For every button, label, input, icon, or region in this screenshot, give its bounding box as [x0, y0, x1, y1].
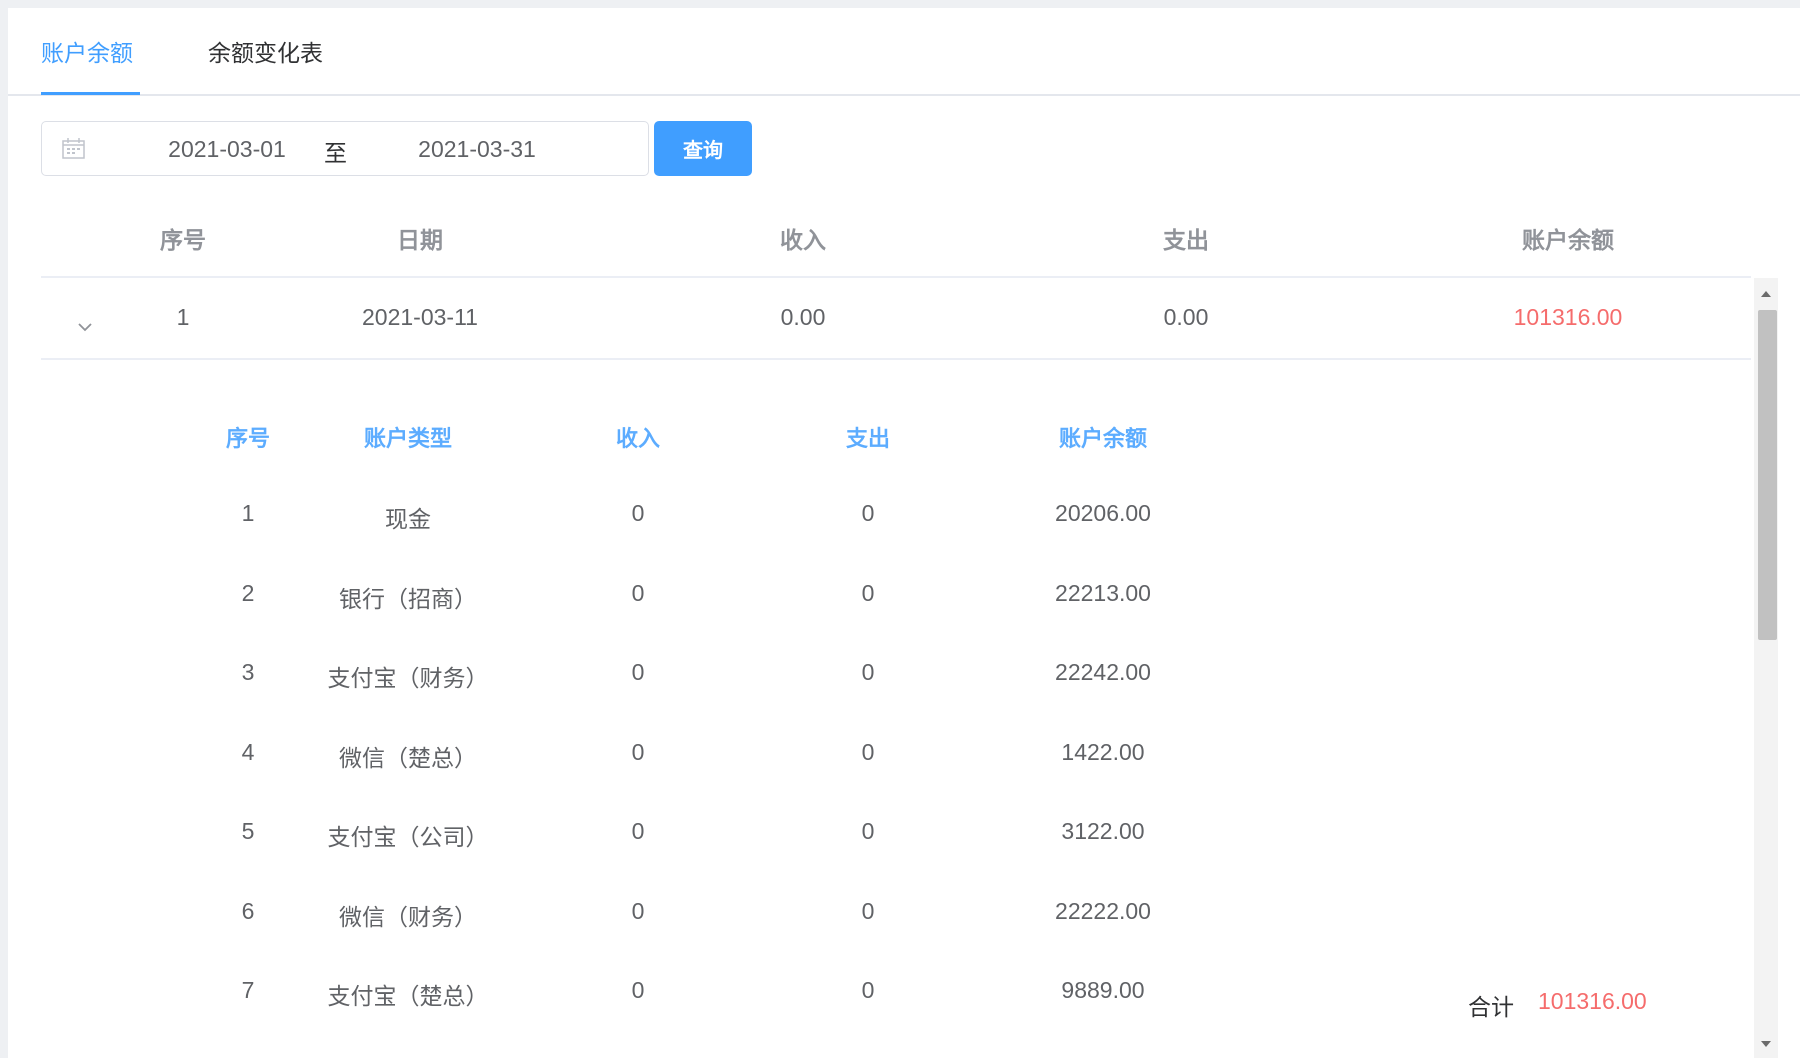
- detail-cell-income: 0: [631, 977, 645, 1003]
- detail-cell-income: 0: [631, 659, 645, 685]
- detail-cell-expense: 0: [861, 659, 875, 685]
- detail-cell-account-type: 微信（楚总）: [339, 744, 477, 771]
- row-divider: [41, 358, 1751, 360]
- detail-cell-income: 0: [631, 897, 645, 924]
- total-label: 合计: [1468, 994, 1514, 1020]
- detail-cell-expense: 0: [861, 818, 875, 844]
- total-value: 101316.00: [1538, 988, 1647, 1014]
- detail-header-balance: 账户余额: [1058, 426, 1147, 451]
- detail-cell-income: 0: [631, 818, 645, 844]
- detail-cell-income: 0: [631, 500, 645, 526]
- detail-cell-account-type: 银行（招商）: [339, 585, 477, 612]
- calendar-icon: [62, 138, 85, 159]
- row-balance: 101316.00: [1513, 304, 1623, 330]
- end-date-input[interactable]: [392, 132, 562, 166]
- detail-cell-index: 7: [241, 977, 255, 1003]
- detail-header-index: 序号: [225, 426, 270, 451]
- detail-cell-balance: 20206.00: [1055, 500, 1151, 526]
- detail-cell-account-type: 支付宝（财务）: [327, 665, 489, 691]
- detail-cell-index: 6: [241, 897, 255, 924]
- detail-cell-index: 5: [241, 818, 255, 844]
- date-range-picker[interactable]: 至: [41, 121, 649, 176]
- scrollbar-thumb[interactable]: [1758, 310, 1777, 640]
- detail-cell-index: 2: [241, 579, 255, 606]
- detail-cell-expense: 0: [861, 579, 875, 606]
- detail-cell-expense: 0: [861, 738, 875, 765]
- detail-cell-account-type: 支付宝（公司）: [327, 824, 489, 850]
- detail-cell-account-type: 微信（财务）: [339, 903, 477, 930]
- query-button[interactable]: 查询: [654, 121, 752, 176]
- detail-cell-account-type: 现金: [385, 506, 431, 532]
- detail-cell-income: 0: [631, 579, 645, 606]
- header-income: 收入: [780, 227, 826, 253]
- header-balance: 账户余额: [1522, 227, 1614, 253]
- detail-cell-expense: 0: [861, 500, 875, 526]
- detail-header-income: 收入: [615, 426, 660, 451]
- content-card: 账户余额 余额变化表 至 查询 序号 日期 收入 支出 账户余额 1 2021-…: [8, 8, 1800, 1058]
- tab-bar: 账户余额 余额变化表: [8, 8, 1800, 96]
- header-index: 序号: [160, 227, 206, 253]
- scroll-down-icon[interactable]: [1758, 1038, 1774, 1050]
- tab-balance-change[interactable]: 余额变化表: [208, 8, 323, 96]
- detail-cell-expense: 0: [861, 897, 875, 924]
- chevron-down-icon[interactable]: [72, 314, 98, 340]
- row-expense: 0.00: [1163, 304, 1209, 330]
- scroll-up-icon[interactable]: [1758, 288, 1774, 300]
- row-income: 0.00: [780, 304, 826, 330]
- detail-cell-balance: 22222.00: [1055, 897, 1151, 924]
- detail-header-expense: 支出: [845, 426, 890, 451]
- detail-cell-balance: 22213.00: [1055, 579, 1151, 606]
- active-tab-indicator: [41, 92, 140, 95]
- detail-cell-income: 0: [631, 738, 645, 765]
- tab-account-balance[interactable]: 账户余额: [41, 8, 133, 96]
- header-divider: [41, 276, 1751, 278]
- start-date-input[interactable]: [142, 132, 312, 166]
- detail-cell-balance: 22242.00: [1055, 659, 1151, 685]
- detail-cell-index: 4: [241, 738, 255, 765]
- detail-cell-expense: 0: [861, 977, 875, 1003]
- row-date: 2021-03-11: [362, 304, 478, 330]
- detail-cell-account-type: 支付宝（楚总）: [327, 983, 489, 1009]
- detail-cell-index: 3: [241, 659, 255, 685]
- range-separator: 至: [324, 140, 347, 166]
- detail-header-account-type: 账户类型: [363, 426, 452, 451]
- header-date: 日期: [397, 227, 443, 253]
- detail-cell-balance: 9889.00: [1061, 977, 1145, 1003]
- detail-cell-balance: 3122.00: [1061, 818, 1145, 844]
- detail-cell-balance: 1422.00: [1061, 738, 1145, 765]
- row-index: 1: [176, 304, 190, 330]
- detail-cell-index: 1: [241, 500, 255, 526]
- header-expense: 支出: [1163, 227, 1209, 253]
